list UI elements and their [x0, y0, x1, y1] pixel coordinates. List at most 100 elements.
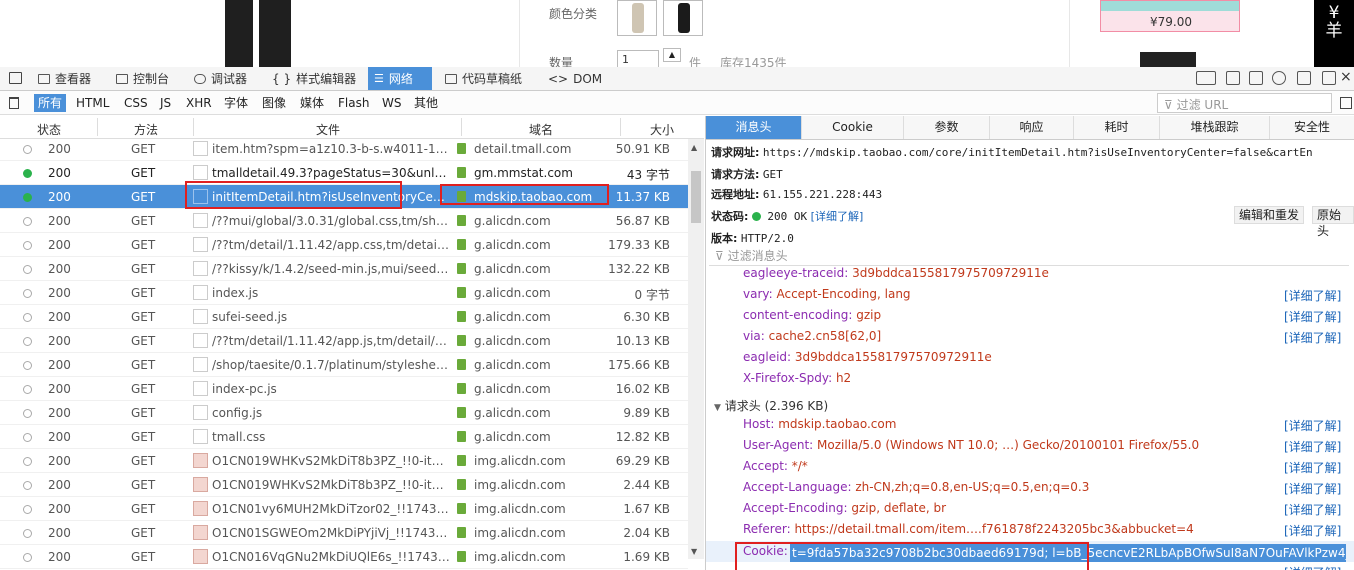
request-row[interactable]: 200 GET O1CN019WHKvS2MkDiT8b3PZ_!!0-ite...… — [0, 449, 688, 473]
color-swatch-black[interactable] — [663, 0, 703, 36]
request-row[interactable]: 200 GET config.js g.alicdn.com 9.89 KB — [0, 401, 688, 425]
quantity-input[interactable]: 1 — [617, 50, 659, 67]
request-row[interactable]: 200 GET index-pc.js g.alicdn.com 16.02 KB — [0, 377, 688, 401]
request-row[interactable]: 200 GET tmalldetail.49.3?pageStatus=30&unl… — [0, 161, 688, 185]
gear-icon[interactable] — [1272, 71, 1286, 85]
scroll-up-arrow[interactable]: ▲ — [691, 143, 697, 152]
request-row[interactable]: 200 GET /??mui/global/3.0.31/global.css,tm… — [0, 209, 688, 233]
filter-images[interactable]: 图像 — [258, 94, 290, 112]
filter-all[interactable]: 所有 — [34, 94, 67, 112]
toggle-sidebar-icon[interactable] — [1340, 97, 1352, 109]
undock-icon[interactable] — [1322, 71, 1336, 85]
tab-dom[interactable]: <> DOM — [548, 67, 602, 90]
column-status[interactable]: 状态 — [37, 121, 61, 138]
learn-more-link[interactable]: [详细了解] — [1284, 308, 1341, 325]
filter-xhr[interactable]: XHR — [182, 94, 216, 112]
header-row[interactable]: via: cache2.cn58[62,0] — [743, 329, 881, 343]
request-row[interactable]: 200 GET O1CN01vy6MUH2MkDiTzor02_!!17430...… — [0, 497, 688, 521]
dock-side-icon[interactable] — [1297, 71, 1311, 85]
learn-more-link[interactable]: [详细了解] — [1284, 459, 1341, 476]
header-row[interactable]: User-Agent: Mozilla/5.0 (Windows NT 10.0… — [743, 438, 1199, 452]
request-row[interactable]: 200 GET sufei-seed.js g.alicdn.com 6.30 KB — [0, 305, 688, 329]
edit-resend-button[interactable]: 编辑和重发 — [1234, 206, 1305, 224]
request-row[interactable]: 200 GET O1CN016VqGNu2MkDiUQlE6s_!!17430...… — [0, 545, 688, 569]
frame-icon[interactable] — [1249, 71, 1263, 85]
header-row[interactable]: Accept: */* — [743, 459, 808, 473]
request-row[interactable]: 200 GET initItemDetail.htm?isUseInventoryC… — [0, 185, 688, 209]
tab-security[interactable]: 安全性 — [1270, 116, 1354, 139]
request-row[interactable]: 200 GET O1CN019WHKvS2MkDiT8b3PZ_!!0-ite...… — [0, 473, 688, 497]
header-filter-placeholder: 过滤消息头 — [727, 249, 788, 263]
header-row[interactable]: Accept-Encoding: gzip, deflate, br — [743, 501, 946, 515]
request-size: 56.87 KB — [615, 214, 670, 228]
tab-params[interactable]: 参数 — [904, 116, 990, 139]
filter-flash[interactable]: Flash — [334, 94, 373, 112]
header-row[interactable]: Referer: https://detail.tmall.com/item….… — [743, 522, 1194, 536]
filter-css[interactable]: CSS — [120, 94, 152, 112]
column-file[interactable]: 文件 — [316, 121, 340, 138]
header-row[interactable]: vary: Accept-Encoding, lang — [743, 287, 911, 301]
learn-more-link[interactable]: [详细了解] — [1284, 522, 1341, 539]
header-row[interactable]: X-Firefox-Spdy: h2 — [743, 371, 851, 385]
learn-more-link[interactable]: [详细了解] — [1284, 329, 1341, 346]
filter-ws[interactable]: WS — [378, 94, 405, 112]
header-row[interactable]: eagleeye-traceid: 3d9bddca15581797570972… — [743, 266, 1049, 280]
filter-font[interactable]: 字体 — [220, 94, 252, 112]
tab-headers[interactable]: 消息头 — [706, 116, 802, 139]
tab-network[interactable]: ☰ 网络 — [368, 67, 432, 90]
filter-other[interactable]: 其他 — [410, 94, 442, 112]
side-toolbar[interactable]: ¥ 羊 — [1314, 0, 1354, 67]
header-filter-input[interactable]: ⊽ 过滤消息头 — [709, 248, 1349, 266]
tab-stack-trace[interactable]: 堆栈跟踪 — [1160, 116, 1270, 139]
recommend-image[interactable] — [1140, 52, 1196, 67]
header-row[interactable]: eagleid: 3d9bddca15581797570972911e — [743, 350, 992, 364]
responsive-icon[interactable] — [1196, 71, 1216, 85]
header-row[interactable]: Accept-Language: zh-CN,zh;q=0.8,en-US;q=… — [743, 480, 1089, 494]
url-filter-input[interactable]: ⊽ 过滤 URL — [1157, 93, 1332, 113]
learn-more-link[interactable]: [详细了解] — [1284, 438, 1341, 455]
request-headers-section[interactable]: ▼ 请求头 (2.396 KB) — [714, 397, 828, 414]
request-row[interactable]: 200 GET O1CN01SGWEOm2MkDiPYjiVj_!!17430...… — [0, 521, 688, 545]
tab-debugger[interactable]: 调试器 — [194, 67, 247, 90]
request-row[interactable]: 200 GET index.js g.alicdn.com 0 字节 — [0, 281, 688, 305]
request-domain: g.alicdn.com — [474, 334, 551, 348]
filter-js[interactable]: JS — [156, 94, 175, 112]
request-row[interactable]: 200 GET /??tm/detail/1.11.42/app.css,tm/de… — [0, 233, 688, 257]
close-icon[interactable]: × — [1340, 69, 1352, 85]
learn-more-link[interactable]: [详细了解] — [1284, 287, 1341, 304]
raw-headers-button[interactable]: 原始头 — [1312, 206, 1354, 238]
clear-icon[interactable] — [9, 97, 19, 109]
tab-scratchpad[interactable]: 代码草稿纸 — [445, 67, 522, 90]
tab-console[interactable]: 控制台 — [116, 67, 169, 90]
tab-cookies[interactable]: Cookie — [802, 116, 904, 139]
header-value: gzip, deflate, br — [851, 501, 947, 515]
request-row[interactable]: 200 GET item.htm?spm=a1z10.3-b-s.w4011-149… — [0, 137, 688, 161]
tab-style-editor[interactable]: { } 样式编辑器 — [272, 67, 356, 90]
color-swatch-khaki[interactable] — [617, 0, 657, 36]
screenshot-icon[interactable] — [1226, 71, 1240, 85]
tab-timings[interactable]: 耗时 — [1074, 116, 1160, 139]
pick-element-icon[interactable] — [9, 72, 22, 84]
column-size[interactable]: 大小 — [650, 121, 674, 138]
filter-media[interactable]: 媒体 — [296, 94, 328, 112]
header-row[interactable]: content-encoding: gzip — [743, 308, 881, 322]
filter-html[interactable]: HTML — [72, 94, 113, 112]
request-row[interactable]: 200 GET tmall.css g.alicdn.com 12.82 KB — [0, 425, 688, 449]
scroll-thumb[interactable] — [691, 171, 701, 223]
tab-inspector[interactable]: 查看器 — [38, 67, 91, 90]
learn-more-link[interactable]: [详细了解] — [1284, 501, 1341, 518]
learn-more-link[interactable]: [详细了解] — [1284, 564, 1341, 570]
scroll-down-arrow[interactable]: ▼ — [691, 547, 697, 556]
column-domain[interactable]: 域名 — [529, 121, 553, 138]
learn-more-link[interactable]: [详细了解] — [1284, 480, 1341, 497]
tab-response[interactable]: 响应 — [990, 116, 1074, 139]
request-row[interactable]: 200 GET /??kissy/k/1.4.2/seed-min.js,mui/s… — [0, 257, 688, 281]
column-method[interactable]: 方法 — [134, 121, 158, 138]
request-row[interactable]: 200 GET/shop/taesite/0.1.7/platinum/style… — [0, 353, 688, 377]
quantity-increase-button[interactable]: ▲ — [663, 48, 681, 62]
request-row[interactable]: 200 GET /??tm/detail/1.11.42/app.js,tm/det… — [0, 329, 688, 353]
learn-more-link[interactable]: [详细了解] — [811, 210, 864, 223]
learn-more-link[interactable]: [详细了解] — [1284, 417, 1341, 434]
request-list-scrollbar[interactable]: ▲ ▼ — [688, 139, 704, 559]
header-row[interactable]: Host: mdskip.taobao.com — [743, 417, 896, 431]
